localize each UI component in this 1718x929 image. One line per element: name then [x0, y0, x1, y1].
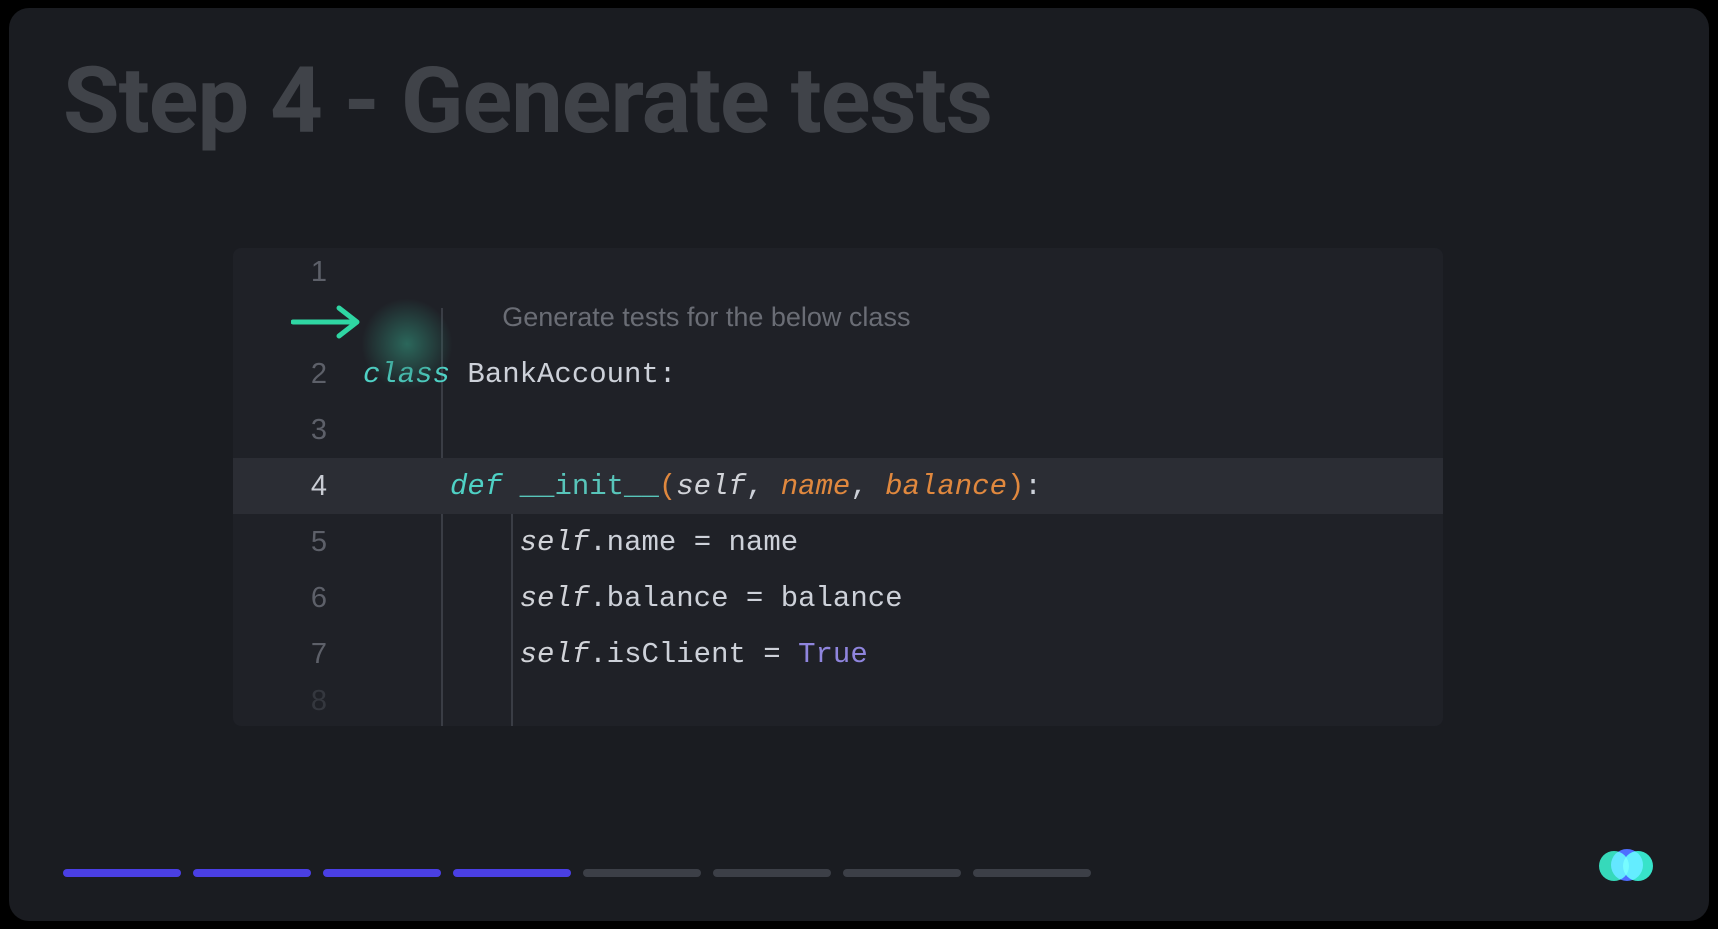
progress-segment-1[interactable] — [63, 869, 181, 877]
line-number: 3 — [233, 414, 363, 447]
ai-ghost-prompt-row[interactable]: Generate tests for the below class — [233, 290, 1443, 346]
code-line-7[interactable]: 7 self.isClient = True — [233, 626, 1443, 682]
close-paren: ) — [1007, 470, 1024, 503]
class-name: BankAccount — [467, 358, 658, 391]
ai-cursor-highlight-icon — [361, 298, 453, 390]
line-number: 7 — [233, 638, 363, 671]
line-number: 8 — [233, 685, 363, 718]
progress-segment-5[interactable] — [583, 869, 701, 877]
arrow-right-icon — [291, 304, 363, 340]
boolean-true: True — [798, 638, 868, 671]
code-line-4[interactable]: 4 def __init__(self, name, balance): — [233, 458, 1443, 514]
progress-segment-8[interactable] — [973, 869, 1091, 877]
function-name: __init__ — [520, 470, 659, 503]
attr-name: name — [607, 526, 677, 559]
code-line-6[interactable]: 6 self.balance = balance — [233, 570, 1443, 626]
code-line-3[interactable]: 3 — [233, 402, 1443, 458]
line-number: 1 — [233, 256, 363, 289]
line-number: 4 — [233, 470, 363, 503]
code-line-8[interactable]: 8 — [233, 682, 1443, 720]
line-number: 5 — [233, 526, 363, 559]
attr-balance: balance — [607, 582, 729, 615]
brand-logo-icon — [1599, 847, 1655, 887]
progress-segment-3[interactable] — [323, 869, 441, 877]
progress-bar — [63, 869, 1091, 877]
progress-segment-6[interactable] — [713, 869, 831, 877]
code-editor-panel: 1 Generate tests for the below class 2 c… — [233, 248, 1443, 726]
slide-container: Step 4 - Generate tests 1 Generate tests… — [9, 8, 1709, 921]
ai-ghost-prompt-text: Generate tests for the below class — [502, 302, 910, 332]
slide-title: Step 4 - Generate tests — [63, 48, 992, 155]
line-number: 6 — [233, 582, 363, 615]
param-balance: balance — [885, 470, 1007, 503]
progress-segment-2[interactable] — [193, 869, 311, 877]
param-name: name — [781, 470, 851, 503]
attr-isclient: isClient — [607, 638, 746, 671]
progress-segment-7[interactable] — [843, 869, 961, 877]
code-line-5[interactable]: 5 self.name = name — [233, 514, 1443, 570]
keyword-def: def — [450, 470, 502, 503]
line-number: 2 — [233, 358, 363, 391]
colon: : — [659, 358, 676, 391]
open-paren: ( — [659, 470, 676, 503]
progress-segment-4[interactable] — [453, 869, 571, 877]
param-self: self — [676, 470, 746, 503]
